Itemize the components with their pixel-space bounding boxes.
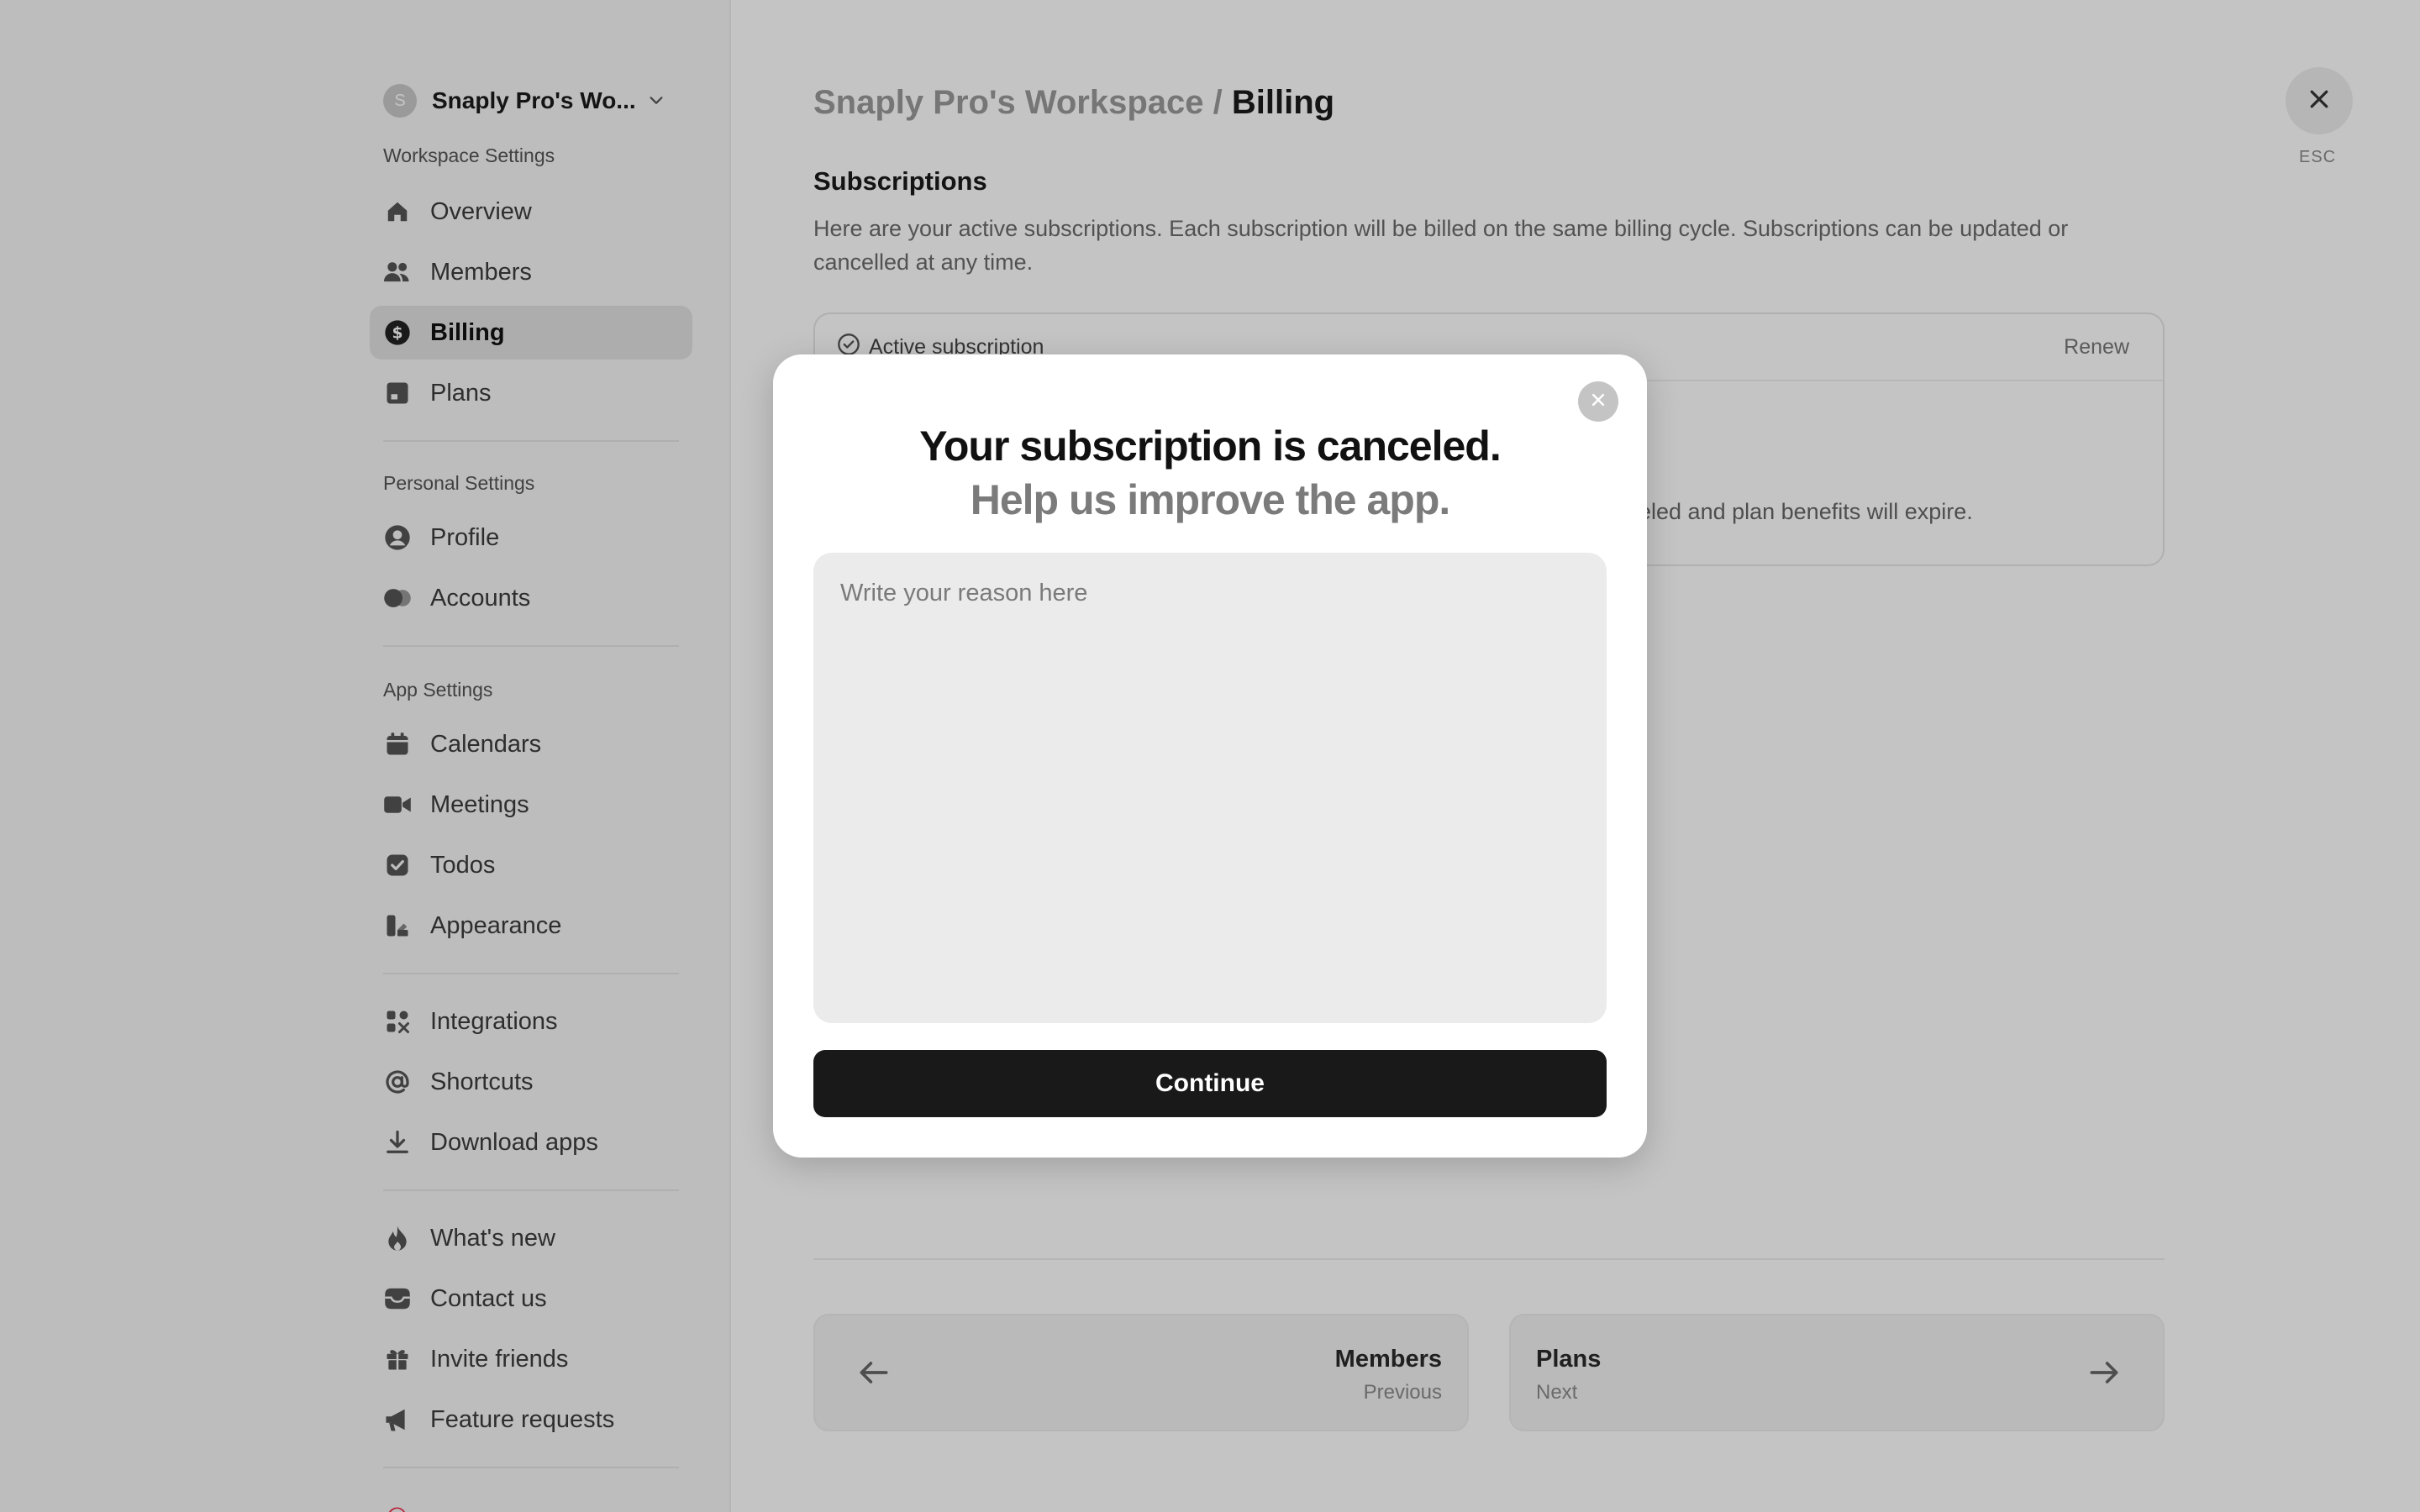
close-icon bbox=[1590, 391, 1607, 412]
feedback-reason-textarea[interactable] bbox=[813, 553, 1607, 1023]
modal-close-button[interactable] bbox=[1578, 381, 1618, 422]
cancellation-feedback-modal: Your subscription is canceled. Help us i… bbox=[773, 354, 1647, 1158]
modal-subtitle: Help us improve the app. bbox=[970, 476, 1451, 523]
modal-title: Your subscription is canceled. bbox=[919, 423, 1501, 470]
continue-button[interactable]: Continue bbox=[813, 1050, 1607, 1117]
